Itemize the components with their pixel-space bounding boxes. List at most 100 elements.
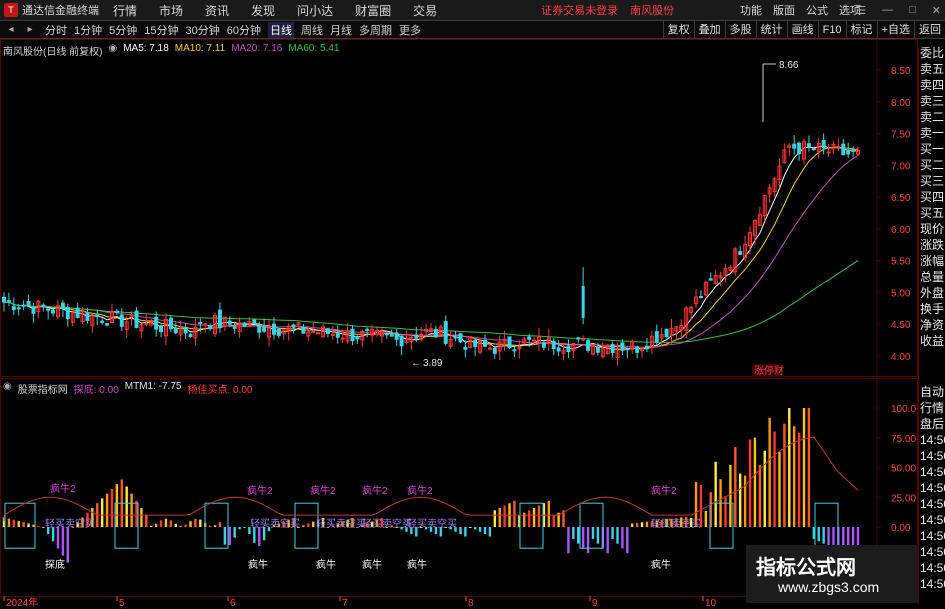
candle-body [60, 302, 65, 310]
candle-body [851, 149, 856, 152]
indicator-bar [513, 500, 516, 527]
sidebar-item[interactable]: 现价 [919, 221, 945, 237]
candle-body [811, 148, 816, 151]
candle-body [41, 304, 46, 308]
y-tick-label: 7.00 [891, 161, 911, 172]
kline-chart[interactable]: 8.50 8.00 7.50 7.00 6.50 6.00 5.50 5.00 4.50 4.00… [0, 0, 945, 609]
candle-body [384, 333, 389, 336]
sidebar-item[interactable]: 买三 [919, 173, 945, 189]
candle-body [301, 326, 306, 334]
candle-body [262, 326, 267, 332]
sidebar-item[interactable]: 买四 [919, 189, 945, 205]
low-price-label: 3.89 [423, 358, 443, 369]
indicator-bar [748, 439, 752, 527]
candle-body [31, 306, 36, 314]
candle-body [85, 312, 90, 321]
candle-body [841, 143, 846, 156]
sidebar-item[interactable]: 卖一 [919, 125, 945, 141]
sidebar2-item[interactable]: 行情 [919, 400, 945, 416]
candle-body [311, 330, 316, 333]
indicator-bar [797, 432, 801, 527]
indicator-bar [105, 493, 109, 527]
candle-body [11, 306, 16, 311]
indicator-tandi: 探底: 0.00 [73, 385, 119, 396]
settings-icon[interactable]: ◉ [108, 43, 117, 58]
label-niu2: 疯牛2 [362, 484, 388, 497]
candle-body [252, 319, 257, 325]
candle-body [482, 339, 487, 347]
candle-body [217, 309, 222, 328]
candle-body [556, 347, 561, 352]
indicator-bar [184, 524, 187, 527]
indicator-title: 股票指标网 [17, 385, 68, 396]
label-niu2: 疯牛2 [50, 482, 76, 495]
indicator-mtm1: MTM1: -7.75 [124, 381, 182, 392]
candle-body [144, 322, 149, 325]
candle-body [46, 308, 51, 311]
candle-body [610, 344, 615, 354]
candle-body [821, 140, 826, 149]
y-tick-label: 5.50 [891, 257, 911, 268]
indicator-bar [238, 527, 241, 530]
indicator-bar [459, 527, 462, 535]
sidebar-item[interactable]: 买二 [919, 157, 945, 173]
sidebar2-item[interactable]: 盘后 [919, 416, 945, 432]
candle-body [846, 150, 851, 155]
sidebar-item[interactable]: 卖四 [919, 77, 945, 93]
sidebar-item[interactable]: 委比 [919, 45, 945, 61]
indicator-bar [179, 525, 182, 527]
candle-body [487, 347, 492, 350]
candle-body [507, 336, 512, 349]
sidebar2-item: 14:50 [920, 433, 945, 447]
candle-body [698, 296, 703, 299]
sidebar-item[interactable]: 外盘 [919, 285, 945, 301]
indicator-bar [469, 527, 472, 528]
label-shortsell: 轻买卖空买 [362, 517, 412, 530]
ma60-label: MA60: 5.41 [288, 43, 340, 54]
sub-y-tick-label: 50.00 [891, 464, 916, 475]
sidebar-item[interactable]: 卖二 [919, 109, 945, 125]
indicator-bar [37, 525, 40, 527]
indicator-bar [228, 527, 231, 546]
indicator-bar [233, 527, 236, 538]
label-shortsell: 轻买卖空买 [250, 517, 300, 530]
indicator-bar [115, 484, 119, 527]
indicator-bar [473, 527, 477, 530]
indicator-settings-icon[interactable]: ◉ [3, 381, 12, 396]
label-niu: 疯牛 [316, 558, 336, 571]
candle-body [433, 328, 438, 338]
watermark: 指标公式网 www.zbgs3.com [746, 545, 918, 603]
y-tick-label: 6.00 [891, 225, 911, 236]
sidebar-item[interactable]: 卖三 [919, 93, 945, 109]
label-niu2: 疯牛2 [407, 484, 433, 497]
candle-body [527, 336, 532, 340]
sidebar-item[interactable]: 总量 [919, 269, 945, 285]
candle-body [203, 323, 208, 326]
sidebar2-item[interactable]: 自动 [919, 384, 945, 400]
sidebar-item[interactable]: 卖五 [919, 61, 945, 77]
indicator-bar [822, 527, 825, 544]
sidebar-item[interactable]: 涨幅 [919, 253, 945, 269]
sidebar-item[interactable]: 买一 [919, 141, 945, 157]
candle-body [792, 143, 797, 149]
sidebar-item[interactable]: 净资 [919, 317, 945, 333]
indicator-bar [586, 527, 590, 554]
label-shortsell: 轻买卖空买 [651, 517, 701, 530]
candle-body [576, 337, 581, 340]
candle-body [335, 333, 340, 338]
label-niu2: 疯牛2 [651, 484, 677, 497]
indicator-bar [734, 447, 737, 527]
sidebar-item[interactable]: 换手 [919, 301, 945, 317]
indicator-bar [783, 423, 786, 527]
indicator-bar [635, 522, 639, 527]
candle-body [443, 320, 448, 344]
y-tick-label: 4.00 [891, 352, 911, 363]
sidebar-item[interactable]: 涨跌 [919, 237, 945, 253]
indicator-bar [714, 461, 717, 527]
sidebar2-item: 14:50 [920, 545, 945, 559]
candle-body [188, 333, 193, 337]
indicator-bar [483, 527, 487, 535]
sidebar-item[interactable]: 买五 [919, 205, 945, 221]
indicator-bar [645, 521, 649, 527]
sidebar-item[interactable]: 收益 [919, 333, 945, 349]
